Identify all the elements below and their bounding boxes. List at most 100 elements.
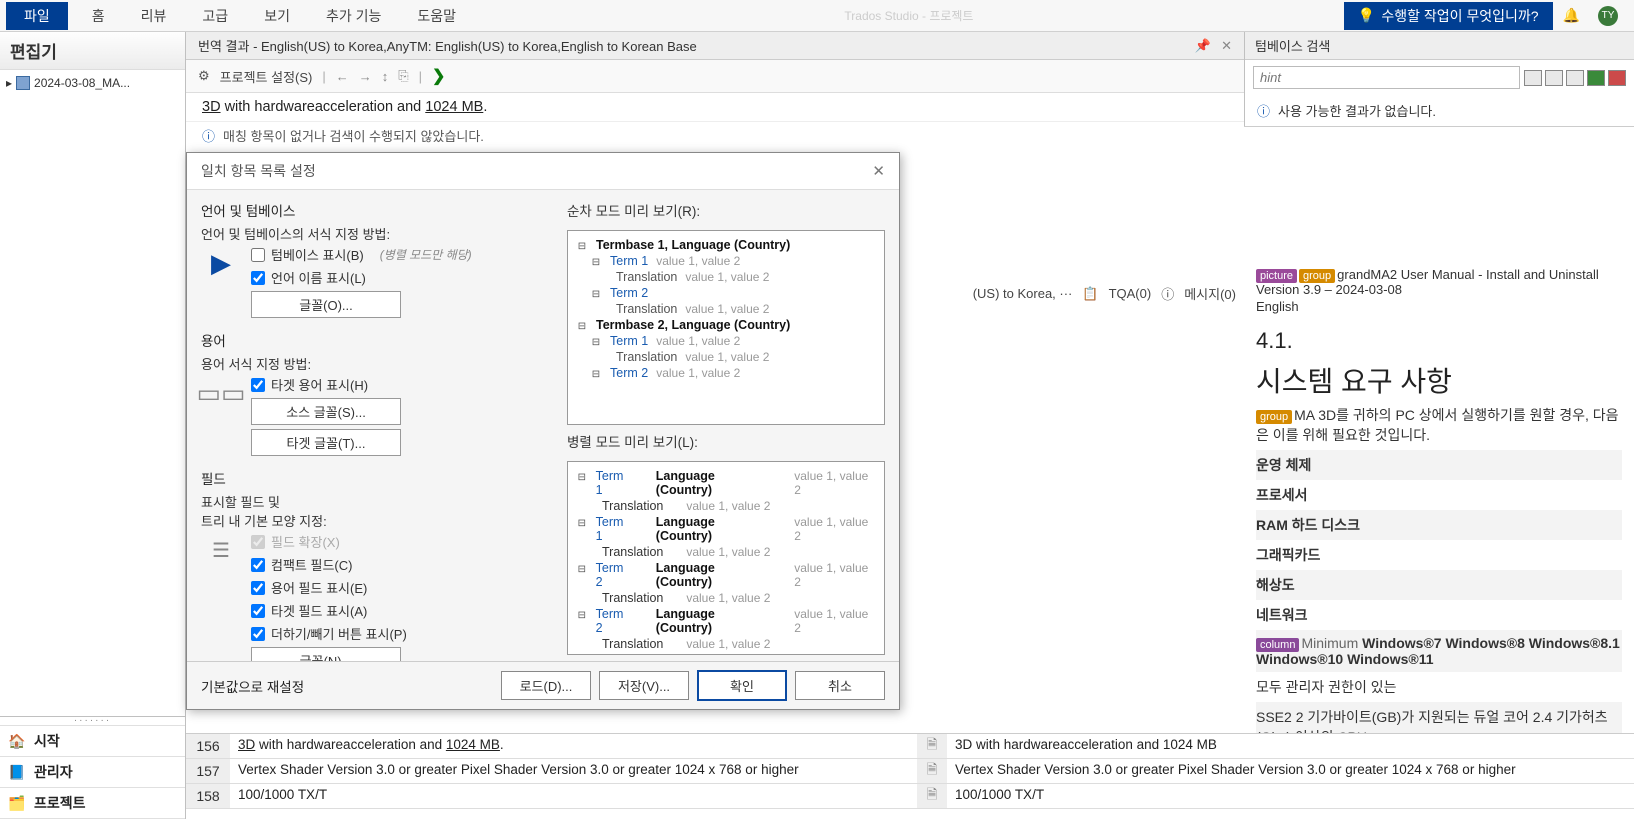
- apply-icon[interactable]: ❯: [432, 66, 445, 86]
- grid-row[interactable]: 158 100/1000 TX/T 🗎 100/1000 TX/T: [186, 784, 1634, 809]
- menu-review[interactable]: 리뷰: [123, 2, 185, 30]
- menu-advanced[interactable]: 고급: [184, 2, 246, 30]
- tb-edit-icon[interactable]: [1587, 70, 1605, 86]
- collapse-icon[interactable]: ⊟: [590, 369, 602, 380]
- checkbox-compact-fields[interactable]: 컴팩트 필드(C): [251, 555, 557, 574]
- menu-view[interactable]: 보기: [246, 2, 308, 30]
- bell-icon[interactable]: 🔔: [1563, 7, 1580, 24]
- termbase-search-row: [1245, 60, 1634, 95]
- doc-lang: English: [1256, 299, 1622, 314]
- checkbox-show-plusminus[interactable]: 더하기/빼기 버튼 표시(P): [251, 624, 557, 643]
- source-font-button[interactable]: 소스 글꼴(S)...: [251, 398, 401, 425]
- dialog-close-icon[interactable]: ✕: [872, 162, 885, 180]
- status-tab-tqa[interactable]: TQA(0): [1109, 286, 1152, 301]
- font-button-n[interactable]: 글꼴(N)...: [251, 647, 401, 661]
- req-row: 해상도: [1256, 577, 1295, 593]
- segment-move-icon[interactable]: ↕: [382, 69, 389, 84]
- collapse-icon[interactable]: ⊟: [576, 610, 588, 621]
- left-panel: 편집기 ▸ 2024-03-08_MA... ······· 🏠 시작 📘 관리…: [0, 32, 186, 819]
- script-icon[interactable]: ⎘: [398, 68, 408, 84]
- avatar[interactable]: TY: [1598, 6, 1618, 26]
- collapse-icon[interactable]: ⊟: [590, 257, 602, 268]
- preview-term[interactable]: Term 2: [610, 286, 648, 300]
- file-tree[interactable]: ▸ 2024-03-08_MA...: [0, 70, 185, 716]
- preview-trans: Translation: [602, 499, 663, 513]
- nav-label: 프로젝트: [34, 793, 86, 813]
- section-number: 4.1.: [1256, 322, 1622, 360]
- nav-grip[interactable]: ·······: [0, 717, 185, 726]
- collapse-icon[interactable]: ⊟: [576, 472, 588, 483]
- msg-icon: ⓘ: [1161, 284, 1174, 303]
- source-cell[interactable]: 100/1000 TX/T: [230, 784, 917, 808]
- segment-term: 1024 MB: [425, 99, 483, 115]
- tell-me-banner[interactable]: 💡 수행할 작업이 무엇입니까?: [1344, 2, 1553, 30]
- checkbox-show-termbase[interactable]: 텀베이스 표시(B)(병렬 모드만 해당): [251, 245, 557, 264]
- save-button[interactable]: 저장(V)...: [599, 671, 689, 700]
- collapse-icon[interactable]: ⊟: [576, 518, 588, 529]
- status-cell[interactable]: 🗎: [917, 734, 947, 758]
- menu-home[interactable]: 홈: [74, 2, 123, 30]
- tb-fuzzy-icon[interactable]: [1545, 70, 1563, 86]
- preview-term[interactable]: Term 1: [596, 469, 633, 497]
- tb-search-icon[interactable]: [1524, 70, 1542, 86]
- target-cell[interactable]: 100/1000 TX/T: [947, 784, 1634, 808]
- menu-addins[interactable]: 추가 기능: [308, 2, 399, 30]
- lightbulb-icon: 💡: [1358, 7, 1375, 24]
- status-cell[interactable]: 🗎: [917, 784, 947, 808]
- status-tab-lang[interactable]: (US) to Korea, ···: [973, 286, 1073, 301]
- collapse-icon[interactable]: ⊟: [576, 564, 588, 575]
- tree-item-label: 2024-03-08_MA...: [34, 76, 130, 90]
- tb-add-icon[interactable]: [1566, 70, 1584, 86]
- grid-row[interactable]: 157 Vertex Shader Version 3.0 or greater…: [186, 759, 1634, 784]
- load-button[interactable]: 로드(D)...: [501, 671, 591, 700]
- intro-text: MA 3D를 귀하의 PC 상에서 실행하기를 원할 경우, 다음은 이를 위해…: [1256, 407, 1619, 443]
- nav-start[interactable]: 🏠 시작: [0, 726, 185, 757]
- termbase-search-input[interactable]: [1253, 66, 1520, 89]
- reset-defaults-link[interactable]: 기본값으로 재설정: [201, 676, 341, 696]
- section-subtext: 용어 서식 지정 방법:: [201, 354, 557, 373]
- book-icon: 📘: [8, 763, 26, 781]
- source-cell[interactable]: 3D with hardwareacceleration and 1024 MB…: [230, 734, 917, 758]
- status-tab-msg[interactable]: 메시지(0): [1184, 284, 1236, 303]
- section-heading: 언어 및 텀베이스: [201, 200, 557, 220]
- project-settings-label[interactable]: 프로젝트 설정(S): [220, 67, 313, 86]
- checkbox-show-lang-name[interactable]: 언어 이름 표시(L): [251, 268, 557, 287]
- note-text: (병렬 모드만 해당): [380, 246, 472, 263]
- ok-button[interactable]: 확인: [697, 670, 787, 701]
- section-subtext: 언어 및 텀베이스의 서식 지정 방법:: [201, 224, 557, 243]
- preview-term[interactable]: Term 1: [610, 254, 648, 268]
- font-button-o[interactable]: 글꼴(O)...: [251, 291, 401, 318]
- tree-expand-icon[interactable]: ▸: [6, 76, 12, 90]
- arrow-left-icon[interactable]: ←: [336, 69, 349, 84]
- collapse-icon[interactable]: ⊟: [576, 321, 588, 332]
- checkbox-show-term-fields[interactable]: 용어 필드 표시(E): [251, 578, 557, 597]
- target-cell[interactable]: 3D with hardwareacceleration and 1024 MB: [947, 734, 1634, 758]
- play-icon: ▶: [201, 245, 241, 281]
- menu-help[interactable]: 도움말: [399, 2, 474, 30]
- nav-label: 관리자: [34, 762, 73, 782]
- grid-row[interactable]: 156 3D with hardwareacceleration and 102…: [186, 734, 1634, 759]
- checkbox-show-target-term[interactable]: 타겟 용어 표시(H): [251, 375, 557, 394]
- status-cell[interactable]: 🗎: [917, 759, 947, 783]
- dialog-footer: 기본값으로 재설정 로드(D)... 저장(V)... 확인 취소: [187, 661, 899, 709]
- gear-icon[interactable]: ⚙: [198, 68, 210, 84]
- req-row: 프로세서: [1256, 487, 1308, 503]
- nav-manager[interactable]: 📘 관리자: [0, 757, 185, 788]
- pin-icon[interactable]: 📌: [1195, 38, 1211, 54]
- tree-item-file[interactable]: ▸ 2024-03-08_MA...: [4, 74, 181, 92]
- close-tab-icon[interactable]: ✕: [1221, 38, 1232, 54]
- target-font-button[interactable]: 타겟 글꼴(T)...: [251, 429, 401, 456]
- collapse-icon[interactable]: ⊟: [576, 241, 588, 252]
- info-text: 매칭 항목이 없거나 검색이 수행되지 않았습니다.: [223, 126, 484, 145]
- checkbox-show-target-fields[interactable]: 타겟 필드 표시(A): [251, 601, 557, 620]
- arrow-right-icon[interactable]: →: [359, 69, 372, 84]
- target-cell[interactable]: Vertex Shader Version 3.0 or greater Pix…: [947, 759, 1634, 783]
- cancel-button[interactable]: 취소: [795, 671, 885, 700]
- source-cell[interactable]: Vertex Shader Version 3.0 or greater Pix…: [230, 759, 917, 783]
- editor-panel-title: 편집기: [0, 32, 185, 70]
- collapse-icon[interactable]: ⊟: [590, 337, 602, 348]
- file-menu[interactable]: 파일: [6, 2, 68, 30]
- collapse-icon[interactable]: ⊟: [590, 289, 602, 300]
- nav-project[interactable]: 🗂️ 프로젝트: [0, 788, 185, 819]
- tb-options-icon[interactable]: [1608, 70, 1626, 86]
